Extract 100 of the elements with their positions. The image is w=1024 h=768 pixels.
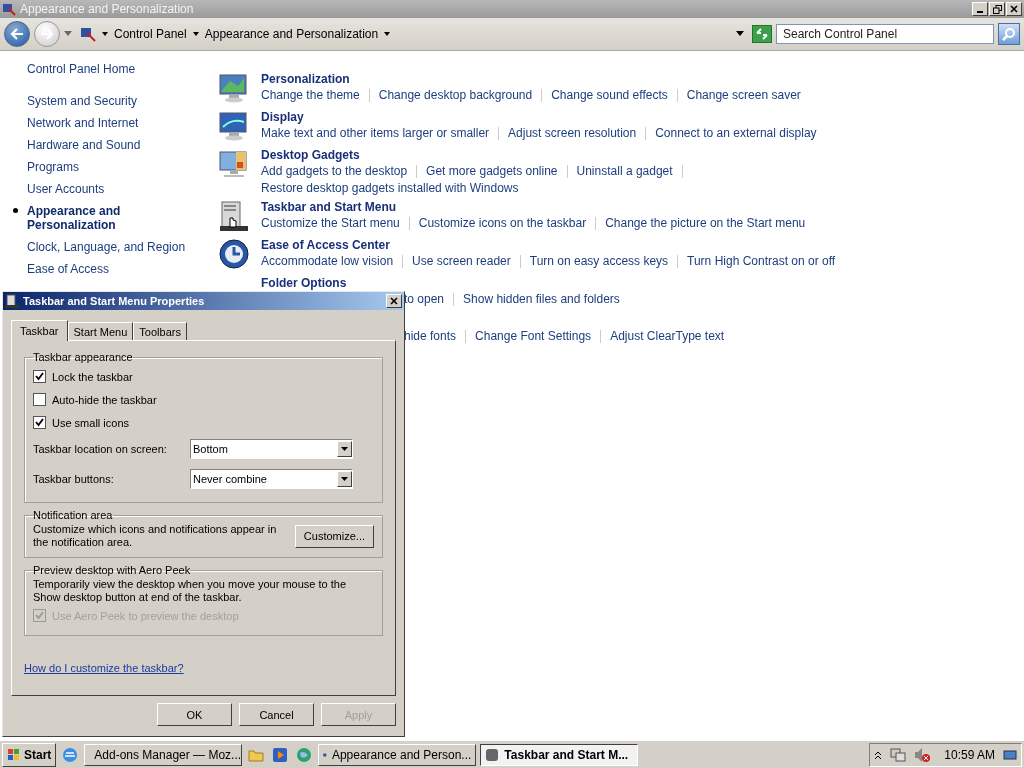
close-button[interactable] xyxy=(1006,2,1022,16)
history-dropdown-icon[interactable] xyxy=(64,31,72,37)
task-link[interactable]: hide fonts xyxy=(404,328,457,345)
dropdown-arrow-icon xyxy=(341,477,348,481)
sidebar-item[interactable]: User Accounts xyxy=(27,182,200,196)
checkbox-label: Use small icons xyxy=(52,416,130,429)
close-icon xyxy=(1010,5,1018,13)
sidebar-item[interactable]: System and Security xyxy=(27,94,200,108)
customize-button[interactable]: Customize... xyxy=(294,524,374,548)
start-button[interactable]: Start xyxy=(2,742,57,767)
clock[interactable]: 10:59 AM xyxy=(944,747,995,762)
task-link[interactable]: Customize the Start menu xyxy=(261,215,400,232)
forward-arrow-icon xyxy=(40,28,54,40)
task-link[interactable]: Accommodate low vision xyxy=(261,253,394,270)
tab[interactable]: Toolbars xyxy=(133,322,187,340)
dropdown[interactable]: Never combine xyxy=(190,469,353,489)
forward-button[interactable] xyxy=(34,21,60,47)
task-link[interactable]: Adjust ClearType text xyxy=(610,328,725,345)
category-title[interactable]: Display xyxy=(261,110,304,125)
task-link[interactable]: Change screen saver xyxy=(686,87,801,104)
task-link[interactable]: Get more gadgets online xyxy=(426,163,558,180)
browser-icon[interactable] xyxy=(62,746,79,763)
refresh-icon[interactable] xyxy=(752,25,772,43)
group-heading: Notification area xyxy=(33,509,113,521)
breadcrumb-arrow-icon[interactable] xyxy=(384,31,391,37)
taskbar-button[interactable]: Add-ons Manager — Moz... xyxy=(84,743,243,766)
breadcrumb[interactable]: Appearance and Personalization xyxy=(204,27,379,41)
group-heading: Preview desktop with Aero Peek xyxy=(33,564,191,576)
help-link[interactable]: How do I customize the taskbar? xyxy=(24,662,184,674)
gadget-monitor-icon xyxy=(218,148,250,180)
show-desktop-icon[interactable] xyxy=(1003,747,1017,762)
muted-volume-icon[interactable] xyxy=(914,746,931,763)
category-title[interactable]: Desktop Gadgets xyxy=(261,148,360,163)
breadcrumb-arrow-icon[interactable] xyxy=(192,31,199,37)
sidebar-item[interactable]: Appearance and Personalization xyxy=(13,204,163,232)
breadcrumb[interactable]: Control Panel xyxy=(114,27,187,41)
checkbox-label: Auto-hide the taskbar xyxy=(52,393,157,406)
tab[interactable]: Start Menu xyxy=(67,322,134,340)
task-link[interactable]: Change the picture on the Start menu xyxy=(605,215,806,232)
checkbox[interactable] xyxy=(33,393,46,406)
media-player-icon[interactable] xyxy=(272,746,289,763)
description-text: Temporarily view the desktop when you move your mouse to the Show desktop button at end of the taskbar. xyxy=(33,578,347,603)
task-link[interactable]: Add gadgets to the desktop xyxy=(261,163,408,180)
sidebar-link[interactable]: Control Panel Home xyxy=(27,62,200,76)
task-link[interactable]: Change the theme xyxy=(261,87,360,104)
back-arrow-icon xyxy=(10,28,24,40)
dialog-button[interactable]: Cancel xyxy=(239,703,314,726)
task-link[interactable]: to open xyxy=(404,291,445,308)
address-dropdown-icon[interactable] xyxy=(736,31,744,37)
sidebar-item[interactable]: Network and Internet xyxy=(27,116,200,130)
group-heading: Taskbar appearance xyxy=(33,351,133,363)
task-link[interactable]: Restore desktop gadgets installed with Windows xyxy=(261,180,519,197)
task-link[interactable]: Adjust screen resolution xyxy=(508,125,637,142)
checkbox-label: Lock the taskbar xyxy=(52,370,133,383)
sidebar-item[interactable]: Clock, Language, and Region xyxy=(27,240,200,254)
task-link[interactable]: Turn High Contrast on or off xyxy=(687,253,836,270)
taskbar-button[interactable]: Appearance and Person... xyxy=(318,743,477,766)
task-link[interactable]: Customize icons on the taskbar xyxy=(418,215,587,232)
field-label: Taskbar location on screen: xyxy=(33,443,168,455)
description-text: Customize which icons and notifications appear in the notification area. xyxy=(33,523,278,549)
task-link[interactable]: Change desktop background xyxy=(378,87,533,104)
control-panel-icon xyxy=(80,26,96,42)
task-link[interactable]: Show hidden files and folders xyxy=(463,291,620,308)
checkbox[interactable] xyxy=(33,370,46,383)
task-link[interactable]: Use screen reader xyxy=(412,253,511,270)
breadcrumb-arrow-icon[interactable] xyxy=(102,31,108,37)
close-icon xyxy=(390,297,398,305)
network-icon[interactable] xyxy=(890,746,907,763)
task-link[interactable]: Connect to an external display xyxy=(655,125,817,142)
category-title[interactable]: Taskbar and Start Menu xyxy=(261,200,397,215)
category-title[interactable]: Personalization xyxy=(261,72,350,87)
task-link[interactable]: Turn on easy access keys xyxy=(529,253,669,270)
dropdown[interactable]: Bottom xyxy=(190,439,353,459)
task-link[interactable]: Uninstall a gadget xyxy=(576,163,673,180)
restore-icon xyxy=(992,4,1002,14)
windows-logo-icon xyxy=(7,747,21,762)
dialog-button[interactable]: OK xyxy=(157,703,232,726)
field-label: Taskbar buttons: xyxy=(33,473,115,485)
checkbox[interactable] xyxy=(33,416,46,429)
restore-button[interactable] xyxy=(989,2,1005,16)
tab[interactable]: Taskbar xyxy=(11,320,68,341)
search-icon xyxy=(1002,27,1016,41)
task-link[interactable]: Make text and other items larger or smaller xyxy=(261,125,490,142)
taskbar-properties-icon xyxy=(218,200,250,232)
back-button[interactable] xyxy=(4,21,30,47)
task-link[interactable]: Change Font Settings xyxy=(475,328,592,345)
taskbar-properties-icon xyxy=(5,294,19,308)
sidebar-item[interactable]: Ease of Access xyxy=(27,262,200,276)
taskbar-button[interactable]: Taskbar and Start M... xyxy=(480,743,639,766)
minimize-button[interactable] xyxy=(972,2,988,16)
close-button[interactable] xyxy=(386,294,402,308)
search-field[interactable]: Search Control Panel xyxy=(776,24,994,44)
category-title[interactable]: Folder Options xyxy=(261,276,347,291)
task-link[interactable]: Change sound effects xyxy=(551,87,668,104)
sidebar-item[interactable]: Hardware and Sound xyxy=(27,138,200,152)
sidebar-item[interactable]: Programs xyxy=(27,160,200,174)
category-title[interactable]: Ease of Access Center xyxy=(261,238,390,253)
search-button[interactable] xyxy=(998,23,1020,45)
chevron-icon[interactable] xyxy=(874,749,883,760)
window-title: Appearance and Personalization xyxy=(20,2,195,16)
